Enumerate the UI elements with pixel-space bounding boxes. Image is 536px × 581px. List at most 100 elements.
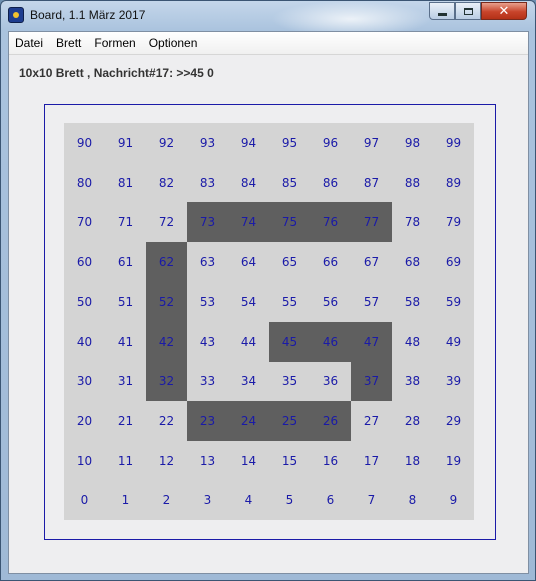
board-cell-36[interactable]: 36 xyxy=(310,361,351,401)
board-cell-41[interactable]: 41 xyxy=(105,322,146,362)
board-cell-28[interactable]: 28 xyxy=(392,401,433,441)
board-cell-19[interactable]: 19 xyxy=(433,441,474,481)
board-cell-62[interactable]: 62 xyxy=(146,242,187,283)
board-cell-46[interactable]: 46 xyxy=(310,321,351,362)
board-cell-80[interactable]: 80 xyxy=(64,163,105,203)
board-cell-34[interactable]: 34 xyxy=(228,361,269,401)
board-cell-61[interactable]: 61 xyxy=(105,242,146,282)
board-cell-77[interactable]: 77 xyxy=(351,202,392,243)
board-cell-55[interactable]: 55 xyxy=(269,282,310,322)
board-cell-24[interactable]: 24 xyxy=(228,400,269,441)
board-cell-86[interactable]: 86 xyxy=(310,163,351,203)
board-cell-82[interactable]: 82 xyxy=(146,163,187,203)
menu-brett[interactable]: Brett xyxy=(56,36,81,50)
board-cell-75[interactable]: 75 xyxy=(269,202,310,243)
title-bar[interactable]: Board, 1.1 März 2017 ✕ xyxy=(1,1,535,31)
game-board[interactable]: 90 91 92 93 94 95 96 97 9 8 99 80 81 82 83 84 85 86 87 88 89… xyxy=(64,123,474,520)
board-cell-15[interactable]: 15 xyxy=(269,441,310,481)
board-cell-26[interactable]: 26 xyxy=(310,400,351,441)
board-cell-85[interactable]: 85 xyxy=(269,163,310,203)
board-cell-18[interactable]: 18 xyxy=(392,441,433,481)
board-cell-33[interactable]: 33 xyxy=(187,361,228,401)
board-cell-69[interactable]: 69 xyxy=(433,242,474,282)
board-cell-73[interactable]: 73 xyxy=(187,202,228,243)
board-cell-16[interactable]: 16 xyxy=(310,441,351,481)
board-cell-88[interactable]: 88 xyxy=(392,163,433,203)
board-cell-56[interactable]: 56 xyxy=(310,282,351,322)
board-cell-52[interactable]: 52 xyxy=(146,281,187,322)
board-cell-45[interactable]: 45 xyxy=(269,321,310,362)
board-cell-53[interactable]: 53 xyxy=(187,282,228,322)
board-cell-42[interactable]: 42 xyxy=(146,321,187,362)
board-cell-83[interactable]: 83 xyxy=(187,163,228,203)
board-cell-43[interactable]: 43 xyxy=(187,322,228,362)
menu-datei[interactable]: Datei xyxy=(15,36,43,50)
board-cell-27[interactable]: 27 xyxy=(351,401,392,441)
board-cell-74[interactable]: 74 xyxy=(228,202,269,243)
board-cell-59[interactable]: 59 xyxy=(433,282,474,322)
board-cell-76[interactable]: 76 xyxy=(310,202,351,243)
board-cell-65[interactable]: 65 xyxy=(269,242,310,282)
board-cell-5[interactable]: 5 xyxy=(269,480,310,520)
board-cell-29[interactable]: 29 xyxy=(433,401,474,441)
board-cell-99[interactable]: 99 xyxy=(433,123,474,163)
menu-optionen[interactable]: Optionen xyxy=(149,36,198,50)
board-cell-58[interactable]: 58 xyxy=(392,282,433,322)
board-cell-12[interactable]: 12 xyxy=(146,441,187,481)
board-cell-89[interactable]: 89 xyxy=(433,163,474,203)
board-cell-7[interactable]: 7 xyxy=(351,480,392,520)
board-cell-50[interactable]: 50 xyxy=(64,282,105,322)
board-cell-87[interactable]: 87 xyxy=(351,163,392,203)
board-cell-8[interactable]: 8 xyxy=(392,480,433,520)
board-cell-48[interactable]: 48 xyxy=(392,322,433,362)
board-cell-96[interactable]: 96 xyxy=(310,123,351,163)
maximize-button[interactable] xyxy=(455,2,481,20)
board-cell-4[interactable]: 4 xyxy=(228,480,269,520)
board-cell-6[interactable]: 6 xyxy=(310,480,351,520)
board-cell-17[interactable]: 17 xyxy=(351,441,392,481)
board-cell-54[interactable]: 54 xyxy=(228,282,269,322)
board-cell-23[interactable]: 23 xyxy=(187,400,228,441)
board-cell-30[interactable]: 30 xyxy=(64,361,105,401)
board-cell-68[interactable]: 68 xyxy=(392,242,433,282)
board-cell-22[interactable]: 22 xyxy=(146,401,187,441)
board-cell-67[interactable]: 67 xyxy=(351,242,392,282)
minimize-button[interactable] xyxy=(429,2,455,20)
board-cell-44[interactable]: 44 xyxy=(228,322,269,362)
board-cell-2[interactable]: 2 xyxy=(146,480,187,520)
board-cell-57[interactable]: 57 xyxy=(351,282,392,322)
board-cell-20[interactable]: 20 xyxy=(64,401,105,441)
board-cell-14[interactable]: 14 xyxy=(228,441,269,481)
board-cell-39[interactable]: 39 xyxy=(433,361,474,401)
board-cell-93[interactable]: 93 xyxy=(187,123,228,163)
board-cell-31[interactable]: 31 xyxy=(105,361,146,401)
board-cell-63[interactable]: 63 xyxy=(187,242,228,282)
board-cell-97[interactable]: 97 xyxy=(351,123,392,163)
board-cell-47[interactable]: 47 xyxy=(351,321,392,362)
board-cell-13[interactable]: 13 xyxy=(187,441,228,481)
board-cell-25[interactable]: 25 xyxy=(269,400,310,441)
board-cell-95[interactable]: 95 xyxy=(269,123,310,163)
board-cell-72[interactable]: 72 xyxy=(146,202,187,242)
board-cell-49[interactable]: 49 xyxy=(433,322,474,362)
board-cell-32[interactable]: 32 xyxy=(146,361,187,402)
board-cell-64[interactable]: 64 xyxy=(228,242,269,282)
menu-formen[interactable]: Formen xyxy=(94,36,135,50)
board-cell-84[interactable]: 84 xyxy=(228,163,269,203)
board-cell-40[interactable]: 40 xyxy=(64,322,105,362)
board-cell-51[interactable]: 51 xyxy=(105,282,146,322)
board-cell-38[interactable]: 38 xyxy=(392,361,433,401)
board-cell-37[interactable]: 37 xyxy=(351,361,392,402)
close-button[interactable]: ✕ xyxy=(481,2,527,20)
board-cell-81[interactable]: 81 xyxy=(105,163,146,203)
board-cell-94[interactable]: 94 xyxy=(228,123,269,163)
board-cell-11[interactable]: 11 xyxy=(105,441,146,481)
board-cell-78[interactable]: 78 xyxy=(392,202,433,242)
board-cell-9[interactable]: 9 xyxy=(433,480,474,520)
board-cell-70[interactable]: 70 xyxy=(64,202,105,242)
board-cell-79[interactable]: 79 xyxy=(433,202,474,242)
board-cell-90[interactable]: 90 xyxy=(64,123,105,163)
board-cell-10[interactable]: 10 xyxy=(64,441,105,481)
board-cell-21[interactable]: 21 xyxy=(105,401,146,441)
board-cell-60[interactable]: 60 xyxy=(64,242,105,282)
